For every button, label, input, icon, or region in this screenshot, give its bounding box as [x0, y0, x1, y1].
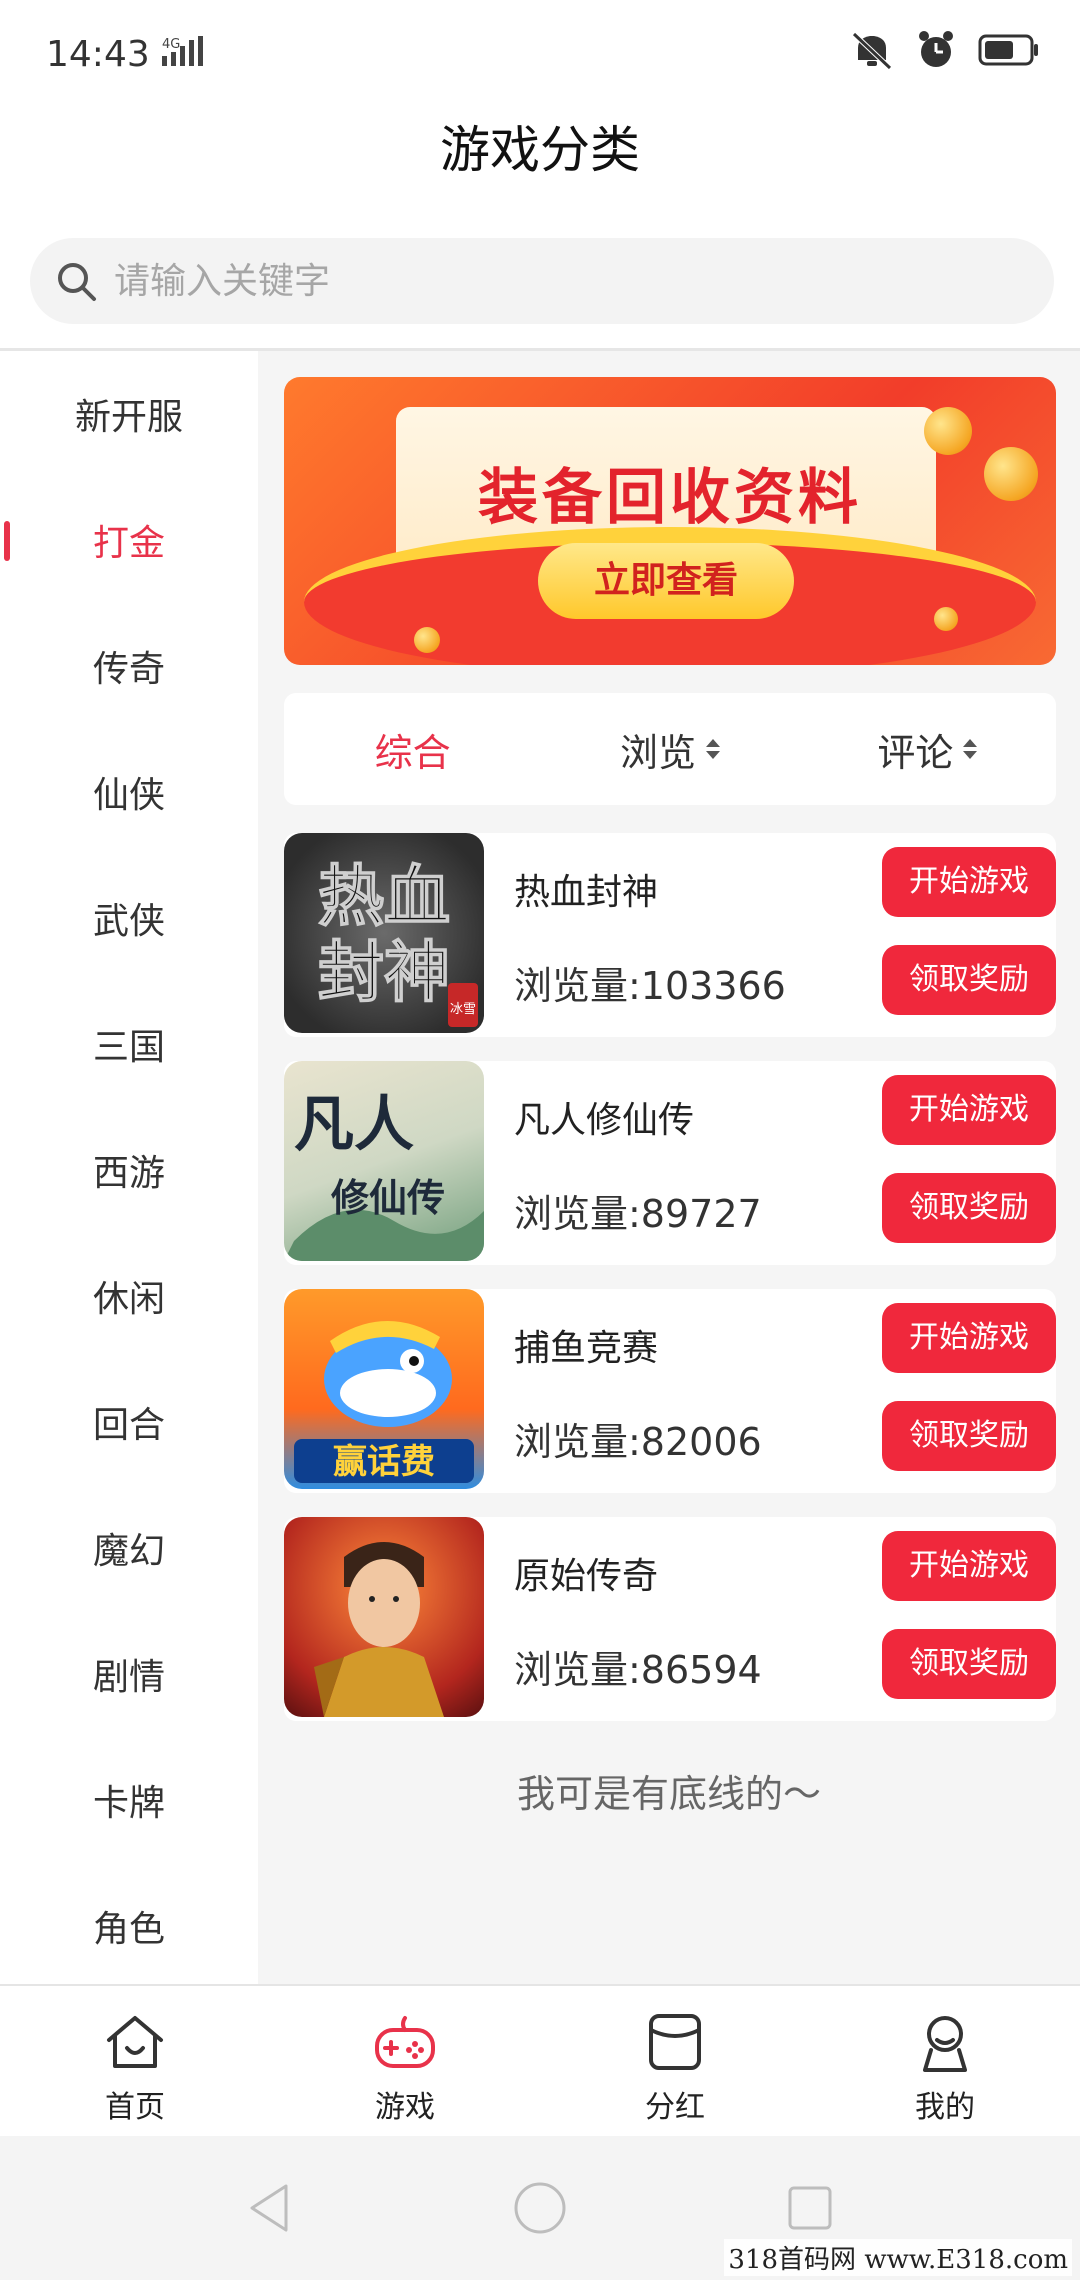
- sort-arrows-icon: [963, 739, 978, 759]
- bottom-nav: 首页 游戏 分红 我的: [0, 1984, 1080, 2136]
- mute-icon: [852, 32, 892, 70]
- sidebar-item-dajin[interactable]: 打金: [0, 477, 258, 603]
- sort-tab-zonghe[interactable]: 综合: [284, 722, 541, 777]
- nav-item-dividends[interactable]: 分红: [540, 1986, 810, 2136]
- start-game-button[interactable]: 开始游戏: [882, 1531, 1056, 1601]
- sidebar-item-xiyou[interactable]: 西游: [0, 1107, 258, 1233]
- game-views: 浏览量:89727: [514, 1192, 762, 1236]
- game-list-item[interactable]: 热血 封神 冰雪 热血封神 浏览量:103366 开始游戏 领取奖励: [284, 833, 1056, 1037]
- sidebar-item-juese[interactable]: 角色: [0, 1863, 258, 1989]
- game-name: 热血封神: [514, 872, 659, 913]
- signal-icon: 4G: [162, 36, 203, 66]
- banner-view-button[interactable]: 立即查看: [538, 543, 794, 619]
- search-icon: [58, 263, 96, 301]
- nav-label: 分红: [645, 2090, 705, 2125]
- game-thumbnail[interactable]: 热血 封神 冰雪: [284, 833, 484, 1033]
- coin-icon: [934, 607, 958, 631]
- sidebar-item-huihe[interactable]: 回合: [0, 1359, 258, 1485]
- game-name: 捕鱼竞赛: [514, 1328, 659, 1369]
- sort-tab-label: 浏览: [619, 730, 696, 775]
- game-views: 浏览量:86594: [514, 1648, 762, 1692]
- nav-label: 首页: [105, 2090, 165, 2125]
- start-game-button[interactable]: 开始游戏: [882, 1075, 1056, 1145]
- watermark: 318首码网 www.E318.com: [724, 2239, 1072, 2276]
- start-game-button[interactable]: 开始游戏: [882, 847, 1056, 917]
- coin-icon: [414, 627, 440, 653]
- sidebar-item-juqing[interactable]: 剧情: [0, 1611, 258, 1737]
- sidebar-item-chuanqi[interactable]: 传奇: [0, 603, 258, 729]
- thumb-badge: 冰雪: [450, 1002, 476, 1017]
- game-thumbnail[interactable]: 凡人 修仙传: [284, 1061, 484, 1261]
- banner-title: 装备回收资料: [478, 463, 862, 533]
- game-name: 原始传奇: [514, 1556, 659, 1597]
- game-list-item[interactable]: 凡人 修仙传 凡人修仙传 浏览量:89727 开始游戏 领取奖励: [284, 1061, 1056, 1265]
- sidebar-item-xianxia[interactable]: 仙侠: [0, 729, 258, 855]
- nav-item-mine[interactable]: 我的: [810, 1986, 1080, 2136]
- back-icon[interactable]: [242, 2180, 298, 2236]
- user-icon: [923, 2016, 967, 2072]
- thumb-title: 赢话费: [333, 1442, 435, 1482]
- bag-icon: [649, 2014, 701, 2070]
- gamepad-icon: [375, 2016, 435, 2068]
- alarm-icon: [919, 31, 953, 67]
- home-icon: [107, 2016, 163, 2068]
- sort-tab-comments[interactable]: 评论: [799, 722, 1056, 777]
- game-views: 浏览量:103366: [514, 964, 786, 1008]
- claim-reward-button[interactable]: 领取奖励: [882, 1401, 1056, 1471]
- sidebar-item-xiuxian[interactable]: 休闲: [0, 1233, 258, 1359]
- nav-item-home[interactable]: 首页: [0, 1986, 270, 2136]
- status-time: 14:43: [46, 34, 150, 75]
- page-title: 游戏分类: [440, 121, 640, 179]
- thumb-title-line2: 封神: [318, 933, 450, 1011]
- game-list-item[interactable]: 赢话费 捕鱼竞赛 浏览量:82006 开始游戏 领取奖励: [284, 1289, 1056, 1493]
- status-icons: [850, 30, 1040, 70]
- sort-tab-label: 综合: [374, 730, 451, 775]
- category-sidebar: 新开服 打金 传奇 仙侠 武侠 三国 西游 休闲 回合 魔幻 剧情 卡牌 角色: [0, 351, 258, 1986]
- coin-icon: [924, 407, 972, 455]
- sidebar-item-mohuan[interactable]: 魔幻: [0, 1485, 258, 1611]
- battery-icon: [978, 34, 1038, 66]
- thumb-title-line2: 修仙传: [331, 1175, 445, 1220]
- game-name: 凡人修仙传: [514, 1100, 695, 1141]
- game-thumbnail[interactable]: 赢话费: [284, 1289, 484, 1489]
- nav-label: 游戏: [375, 2090, 435, 2125]
- sidebar-item-kapai[interactable]: 卡牌: [0, 1737, 258, 1863]
- list-end-text: 我可是有底线的～: [516, 1772, 821, 1816]
- thumb-title-line1: 热血: [318, 857, 450, 935]
- search-input[interactable]: [114, 260, 1014, 302]
- game-list-item[interactable]: 原始传奇 浏览量:86594 开始游戏 领取奖励: [284, 1517, 1056, 1721]
- sort-bar: 综合 浏览 评论: [284, 693, 1056, 805]
- promo-banner[interactable]: 装备回收资料 立即查看: [284, 377, 1056, 665]
- home-circle-icon[interactable]: [512, 2180, 568, 2236]
- nav-label: 我的: [915, 2090, 975, 2125]
- recents-icon[interactable]: [782, 2180, 838, 2236]
- nav-item-games[interactable]: 游戏: [270, 1986, 540, 2136]
- thumb-title-line1: 凡人: [294, 1090, 414, 1160]
- network-type: 4G: [162, 37, 180, 52]
- game-views: 浏览量:82006: [514, 1420, 762, 1464]
- search-bar[interactable]: [30, 238, 1054, 324]
- claim-reward-button[interactable]: 领取奖励: [882, 1629, 1056, 1699]
- status-bar: 14:43 4G: [0, 0, 1080, 100]
- main-content: 装备回收资料 立即查看 综合 浏览 评论 热血 封神 冰雪 热血封神 浏览量:1…: [258, 351, 1080, 1986]
- sort-arrows-icon: [706, 739, 720, 759]
- sidebar-item-wuxia[interactable]: 武侠: [0, 855, 258, 981]
- sort-tab-views[interactable]: 浏览: [541, 722, 798, 777]
- game-thumbnail[interactable]: [284, 1517, 484, 1717]
- start-game-button[interactable]: 开始游戏: [882, 1303, 1056, 1373]
- claim-reward-button[interactable]: 领取奖励: [882, 1173, 1056, 1243]
- sort-tab-label: 评论: [877, 730, 954, 775]
- claim-reward-button[interactable]: 领取奖励: [882, 945, 1056, 1015]
- sidebar-item-xinkaifu[interactable]: 新开服: [0, 351, 258, 477]
- sidebar-item-sanguo[interactable]: 三国: [0, 981, 258, 1107]
- game-list: 热血 封神 冰雪 热血封神 浏览量:103366 开始游戏 领取奖励 凡人 修仙…: [284, 833, 1056, 1745]
